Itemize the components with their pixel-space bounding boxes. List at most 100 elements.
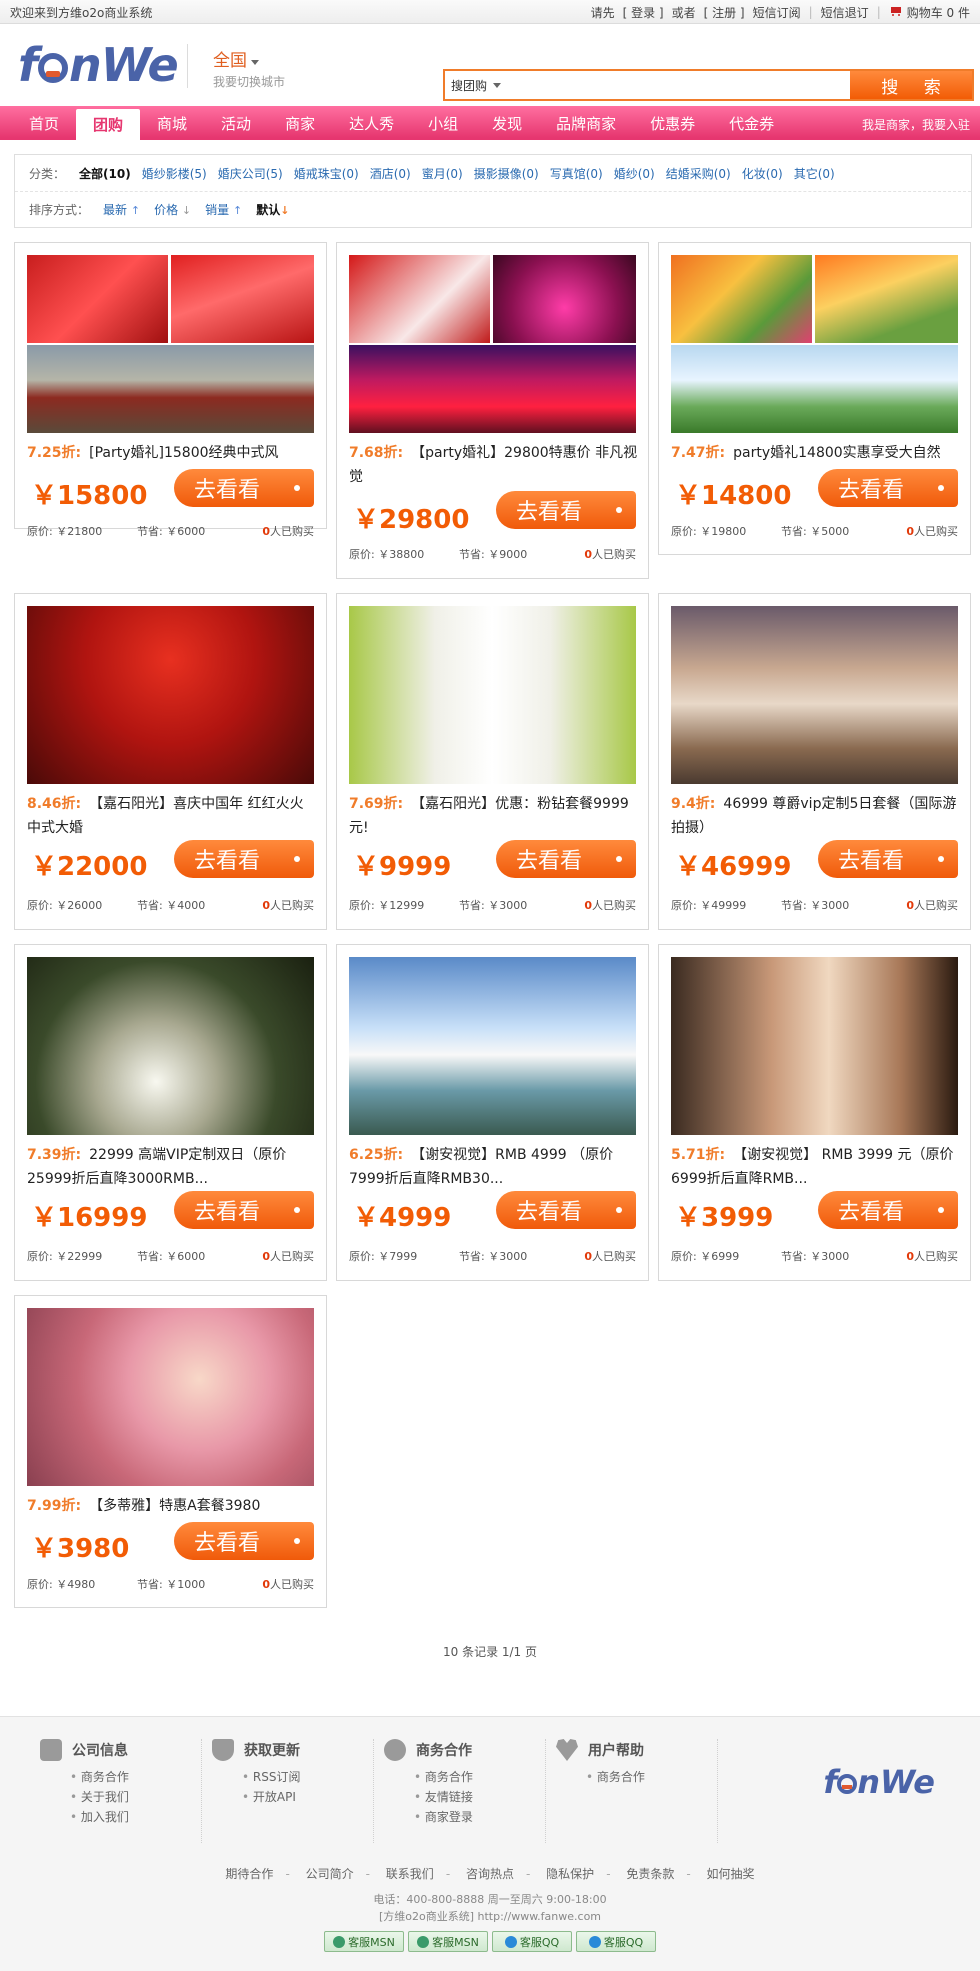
nav-item-vouchers[interactable]: 代金券 <box>712 106 791 140</box>
footer-link[interactable]: 商务合作 <box>414 1767 545 1787</box>
view-deal-button[interactable]: 去看看 <box>496 840 636 878</box>
deal-image[interactable] <box>349 606 636 784</box>
footer-link[interactable]: 商务合作 <box>586 1767 717 1787</box>
category-item[interactable]: 摄影摄像(0) <box>474 165 539 182</box>
deal-image[interactable] <box>27 255 314 433</box>
deal-title[interactable]: 6.25折: 【谢安视觉】RMB 4999 （原价7999折后直降RMB30... <box>349 1143 639 1191</box>
footer-link[interactable]: 商家登录 <box>414 1807 545 1827</box>
deal-card[interactable]: 7.99折: 【多蒂雅】特惠A套餐3980 ￥3980 去看看 原价: ￥4980… <box>14 1295 327 1608</box>
footer-bottom-link[interactable]: 期待合作 <box>225 1867 273 1881</box>
nav-item-home[interactable]: 首页 <box>12 106 76 140</box>
footer-bottom-link[interactable]: 咨询热点 <box>466 1867 514 1881</box>
deal-card[interactable]: 7.39折: 22999 高端VIP定制双日（原价25999折后直降3000RMB… <box>14 944 327 1281</box>
footer-link[interactable]: 友情链接 <box>414 1787 545 1807</box>
deal-price: ￥3999 <box>675 1203 774 1233</box>
deal-card[interactable]: 7.47折: party婚礼14800实惠享受大自然 ￥14800 去看看 原价:… <box>658 242 971 555</box>
category-item[interactable]: 婚戒珠宝(0) <box>294 165 359 182</box>
deal-image[interactable] <box>349 255 636 433</box>
category-item[interactable]: 婚纱(0) <box>614 165 655 182</box>
deal-card[interactable]: 7.68折: 【party婚礼】29800特惠价 非凡视觉 ￥29800 去看看 … <box>336 242 649 579</box>
search-category-select[interactable]: 搜团购 <box>445 71 503 99</box>
category-item[interactable]: 婚纱影楼(5) <box>142 165 207 182</box>
nav-item-events[interactable]: 活动 <box>204 106 268 140</box>
sms-subscribe-link[interactable]: 短信订阅 <box>753 4 801 21</box>
footer-link[interactable]: 关于我们 <box>70 1787 201 1807</box>
view-deal-button[interactable]: 去看看 <box>174 469 314 507</box>
nav-item-mall[interactable]: 商城 <box>140 106 204 140</box>
category-item[interactable]: 酒店(0) <box>370 165 411 182</box>
main-nav: 首页 团购 商城 活动 商家 达人秀 小组 发现 品牌商家 优惠券 代金券 我是… <box>0 106 980 140</box>
login-link[interactable]: [ 登录 ] <box>623 4 664 21</box>
msn-support-button[interactable]: 客服MSN <box>408 1931 488 1952</box>
deal-title[interactable]: 9.4折: 46999 尊爵vip定制5日套餐（国际游拍摄） <box>671 792 961 840</box>
view-deal-button[interactable]: 去看看 <box>496 491 636 529</box>
search-input[interactable] <box>503 71 850 99</box>
deal-image[interactable] <box>349 957 636 1135</box>
search-button[interactable]: 搜 索 <box>850 71 972 99</box>
deal-title[interactable]: 7.99折: 【多蒂雅】特惠A套餐3980 <box>27 1494 317 1518</box>
footer-bottom-link[interactable]: 隐私保护 <box>546 1867 594 1881</box>
deal-card[interactable]: 8.46折: 【嘉石阳光】喜庆中国年 红红火火中式大婚 ￥22000 去看看 原价… <box>14 593 327 930</box>
category-item[interactable]: 化妆(0) <box>742 165 783 182</box>
deal-title[interactable]: 7.69折: 【嘉石阳光】优惠：粉钻套餐9999元! <box>349 792 639 840</box>
qq-support-button[interactable]: 客服QQ <box>576 1931 656 1952</box>
nav-item-brands[interactable]: 品牌商家 <box>539 106 633 140</box>
deal-card[interactable]: 9.4折: 46999 尊爵vip定制5日套餐（国际游拍摄） ￥46999 去看看… <box>658 593 971 930</box>
category-item[interactable]: 其它(0) <box>794 165 835 182</box>
view-deal-button[interactable]: 去看看 <box>174 1191 314 1229</box>
footer-link[interactable]: RSS订阅 <box>242 1767 373 1787</box>
view-deal-button[interactable]: 去看看 <box>818 1191 958 1229</box>
deal-card[interactable]: 7.69折: 【嘉石阳光】优惠：粉钻套餐9999元! ￥9999 去看看 原价: … <box>336 593 649 930</box>
footer-bottom-link[interactable]: 联系我们 <box>386 1867 434 1881</box>
deal-image[interactable] <box>671 957 958 1135</box>
deal-image[interactable] <box>27 1308 314 1486</box>
nav-item-merchants[interactable]: 商家 <box>268 106 332 140</box>
footer-link[interactable]: 商务合作 <box>70 1767 201 1787</box>
nav-item-talent-show[interactable]: 达人秀 <box>332 106 411 140</box>
category-item[interactable]: 结婚采购(0) <box>666 165 731 182</box>
nav-item-coupons[interactable]: 优惠券 <box>633 106 712 140</box>
msn-support-button[interactable]: 客服MSN <box>324 1931 404 1952</box>
cart-link[interactable]: 购物车 0 件 <box>889 4 970 21</box>
category-item[interactable]: 蜜月(0) <box>422 165 463 182</box>
sort-latest[interactable]: 最新 ↑ <box>103 201 140 218</box>
deal-image[interactable] <box>671 255 958 433</box>
deal-card[interactable]: 7.25折: [Party婚礼]15800经典中式风 ￥15800 去看看 原价:… <box>14 242 327 538</box>
view-deal-button[interactable]: 去看看 <box>496 1191 636 1229</box>
category-item[interactable]: 写真馆(0) <box>550 165 603 182</box>
deal-image[interactable] <box>671 606 958 784</box>
view-deal-button[interactable]: 去看看 <box>174 1522 314 1560</box>
deal-image[interactable] <box>27 606 314 784</box>
deal-title[interactable]: 7.47折: party婚礼14800实惠享受大自然 <box>671 441 961 465</box>
sort-sales[interactable]: 销量 ↑ <box>205 201 242 218</box>
footer-link[interactable]: 开放API <box>242 1787 373 1807</box>
deal-title[interactable]: 7.68折: 【party婚礼】29800特惠价 非凡视觉 <box>349 441 639 489</box>
sort-price[interactable]: 价格 ↓ <box>154 201 191 218</box>
fanwe-logo[interactable]: f nWe <box>18 38 179 92</box>
deal-title[interactable]: 8.46折: 【嘉石阳光】喜庆中国年 红红火火中式大婚 <box>27 792 317 840</box>
deal-title[interactable]: 5.71折: 【谢安视觉】 RMB 3999 元（原价6999折后直降RMB... <box>671 1143 961 1191</box>
qq-support-button[interactable]: 客服QQ <box>492 1931 572 1952</box>
footer-bottom-link[interactable]: 公司简介 <box>306 1867 354 1881</box>
register-link[interactable]: [ 注册 ] <box>704 4 745 21</box>
deal-image[interactable] <box>27 957 314 1135</box>
deal-title[interactable]: 7.39折: 22999 高端VIP定制双日（原价25999折后直降3000RMB… <box>27 1143 317 1191</box>
sort-default[interactable]: 默认↓ <box>256 201 289 218</box>
deal-card[interactable]: 5.71折: 【谢安视觉】 RMB 3999 元（原价6999折后直降RMB...… <box>658 944 971 1281</box>
deal-title[interactable]: 7.25折: [Party婚礼]15800经典中式风 <box>27 441 317 465</box>
sms-unsubscribe-link[interactable]: 短信退订 <box>821 4 869 21</box>
category-item[interactable]: 婚庆公司(5) <box>218 165 283 182</box>
nav-item-groups[interactable]: 小组 <box>411 106 475 140</box>
footer-bottom-link[interactable]: 如何抽奖 <box>707 1867 755 1881</box>
footer-bottom-link[interactable]: 免责条款 <box>626 1867 674 1881</box>
view-deal-button[interactable]: 去看看 <box>818 840 958 878</box>
city-switcher[interactable]: 全国 我要切换城市 <box>213 46 285 90</box>
view-deal-button[interactable]: 去看看 <box>174 840 314 878</box>
merchant-join-link[interactable]: 我是商家，我要入驻 <box>862 116 970 133</box>
nav-item-group-buy[interactable]: 团购 <box>76 109 141 140</box>
deal-card[interactable]: 6.25折: 【谢安视觉】RMB 4999 （原价7999折后直降RMB30...… <box>336 944 649 1281</box>
category-all[interactable]: 全部(10) <box>79 165 131 182</box>
footer-link[interactable]: 加入我们 <box>70 1807 201 1827</box>
view-deal-button[interactable]: 去看看 <box>818 469 958 507</box>
nav-item-discover[interactable]: 发现 <box>475 106 539 140</box>
